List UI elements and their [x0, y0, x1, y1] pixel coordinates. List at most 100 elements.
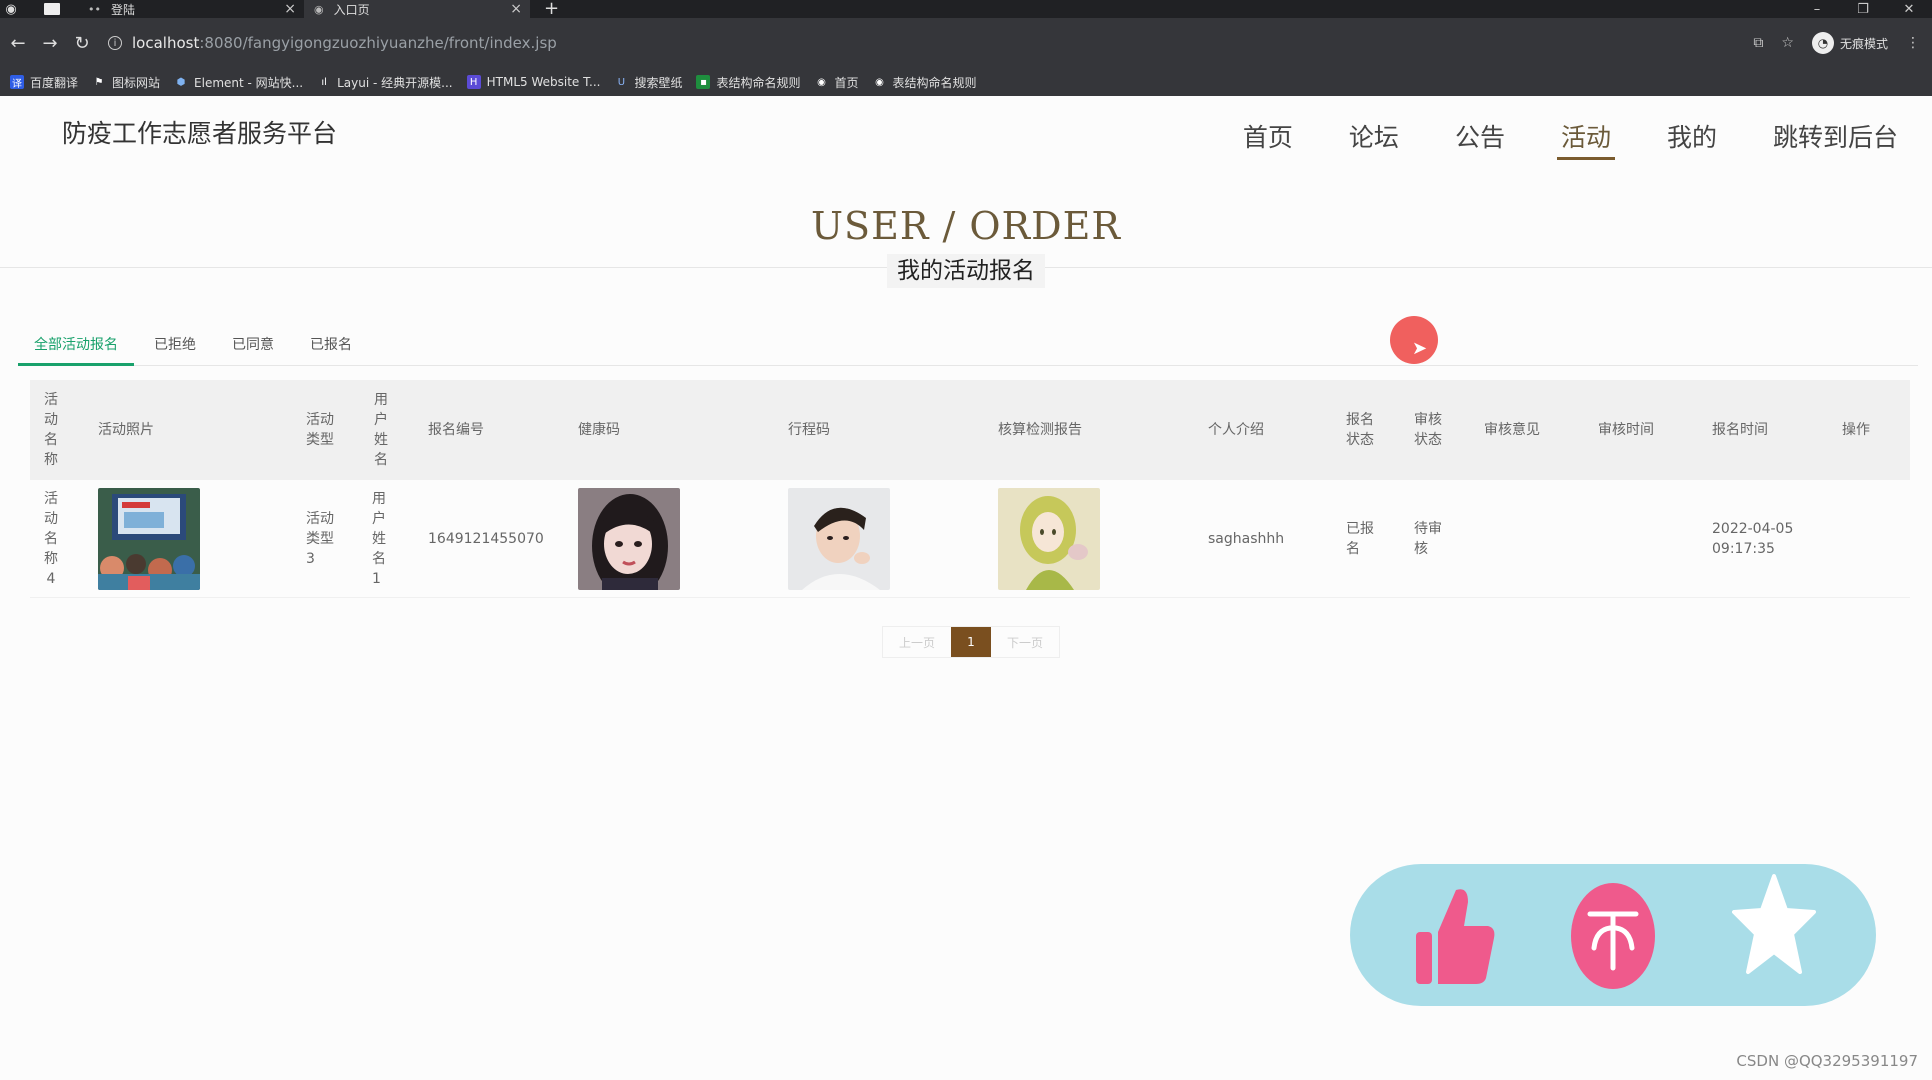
- restore-icon[interactable]: ❐: [1840, 2, 1886, 17]
- bookmark-star-icon[interactable]: ☆: [1781, 35, 1794, 51]
- col-nucleic-report: 核算检测报告: [998, 422, 1082, 438]
- cell-review-status: 待审核: [1414, 520, 1442, 557]
- html5-icon: H: [466, 75, 481, 89]
- col-reg-number: 报名编号: [428, 422, 484, 438]
- bookmark-item[interactable]: ▪ 表结构命名规则: [696, 74, 800, 91]
- col-apply-status: 报名状态: [1346, 412, 1374, 448]
- window-controls: – ❐ ✕: [1794, 2, 1932, 17]
- nucleic-report-image[interactable]: [998, 487, 1100, 590]
- tab-rejected[interactable]: 已拒绝: [138, 324, 212, 366]
- col-user-name: 用户姓名: [374, 392, 388, 468]
- bookmark-item[interactable]: ◉ 表结构命名规则: [873, 74, 976, 91]
- browser-tab-entry[interactable]: ◉ 入口页 ×: [304, 0, 530, 18]
- bookmark-label: Layui - 经典开源模...: [337, 75, 453, 90]
- mouse-cursor-icon: ➤: [1412, 338, 1428, 359]
- bookmark-item[interactable]: ⬢ Element - 网站快...: [174, 74, 303, 91]
- sheet-icon: ▪: [696, 75, 711, 89]
- back-icon[interactable]: ←: [2, 33, 34, 54]
- bookmark-item[interactable]: 译百度翻译: [10, 74, 78, 91]
- wallpaper-icon: U: [617, 76, 626, 88]
- col-intro: 个人介绍: [1208, 422, 1264, 438]
- nav-home[interactable]: 首页: [1225, 120, 1311, 156]
- bookmark-item[interactable]: U 搜索壁纸: [614, 74, 683, 91]
- watermark: CSDN @QQ3295391197: [1736, 1052, 1918, 1070]
- url-field[interactable]: i localhost :8080/fangyigongzuozhiyuanzh…: [108, 34, 557, 52]
- layui-icon: ıl: [321, 76, 327, 88]
- favorite-star-icon[interactable]: [1732, 872, 1816, 976]
- like-coin-favorite-panel: [1350, 864, 1876, 1006]
- translate-icon[interactable]: ⧉: [1753, 35, 1763, 51]
- bookmark-icon: 译: [10, 75, 24, 90]
- tab-approved[interactable]: 已同意: [216, 324, 290, 366]
- bookmark-item[interactable]: ⚑ 图标网站: [92, 74, 161, 91]
- nav-activity[interactable]: 活动: [1543, 120, 1629, 160]
- tab-applied[interactable]: 已报名: [294, 324, 368, 366]
- cell-apply-time: 2022-04-05 09:17:35: [1712, 480, 1793, 597]
- site-info-icon[interactable]: i: [108, 36, 122, 50]
- col-activity-photo: 活动照片: [98, 422, 154, 438]
- next-page-button[interactable]: 下一页: [991, 627, 1059, 657]
- apply-clock: 09:17:35: [1712, 540, 1775, 557]
- url-host: localhost: [132, 34, 200, 52]
- nav-notice[interactable]: 公告: [1437, 120, 1523, 156]
- prev-page-button[interactable]: 上一页: [883, 627, 951, 657]
- forward-icon[interactable]: →: [34, 33, 66, 54]
- tab-all[interactable]: 全部活动报名: [18, 324, 134, 366]
- chrome-icon: ◉: [5, 1, 17, 17]
- col-review-opinion: 审核意见: [1484, 422, 1540, 438]
- cell-trip-code[interactable]: [788, 480, 890, 597]
- page-1-button[interactable]: 1: [951, 627, 991, 657]
- bookmark-item[interactable]: ıl Layui - 经典开源模...: [317, 74, 452, 91]
- minimize-icon[interactable]: –: [1794, 2, 1840, 17]
- table-header: 活动名称 活动照片 活动类型 用户姓名 报名编号 健康码 行程码 核算检测报告 …: [30, 380, 1910, 480]
- status-tabs: 全部活动报名 已拒绝 已同意 已报名: [18, 324, 1918, 366]
- bookmark-label: Element - 网站快...: [194, 75, 304, 90]
- flag-icon: ⚑: [94, 76, 104, 88]
- menu-icon[interactable]: ⋮: [1906, 35, 1920, 51]
- apply-date: 2022-04-05: [1712, 520, 1794, 537]
- coin-icon[interactable]: [1570, 882, 1656, 990]
- tab-label: 登陆: [110, 2, 135, 17]
- activity-photo-image[interactable]: [98, 487, 200, 590]
- cell-activity-photo[interactable]: [98, 480, 200, 597]
- nav-forum[interactable]: 论坛: [1331, 120, 1417, 156]
- reload-icon[interactable]: ↻: [66, 33, 98, 54]
- cell-health-code[interactable]: [578, 480, 680, 597]
- bookmark-item[interactable]: H HTML5 Website T...: [466, 75, 600, 89]
- bookmark-label: 表结构命名规则: [716, 75, 801, 90]
- cell-activity-name: 活动名称4: [44, 490, 58, 587]
- col-activity-type: 活动类型: [306, 412, 334, 448]
- thumbs-up-icon[interactable]: [1412, 882, 1496, 988]
- registration-table: 活动名称 活动照片 活动类型 用户姓名 报名编号 健康码 行程码 核算检测报告 …: [30, 380, 1910, 598]
- browser-tab-login[interactable]: •• 登陆 ×: [78, 0, 304, 18]
- address-bar-actions: ⧉ ☆ ◔ 无痕模式 ⋮: [1753, 32, 1932, 54]
- cell-user-name: 用户姓名1: [372, 490, 386, 587]
- col-review-time: 审核时间: [1598, 422, 1654, 438]
- nav-mine[interactable]: 我的: [1649, 120, 1735, 156]
- tab-close-icon[interactable]: ×: [284, 0, 296, 18]
- health-code-image[interactable]: [578, 487, 680, 590]
- main-nav: 首页 论坛 公告 活动 我的 跳转到后台: [1205, 120, 1916, 160]
- col-operation: 操作: [1842, 422, 1870, 438]
- element-icon: ⬢: [176, 76, 186, 88]
- address-bar: ← → ↻ i localhost :8080/fangyigongzuozhi…: [0, 18, 1932, 68]
- bookmark-label: 搜索壁纸: [634, 75, 683, 90]
- bookmark-label: 百度翻译: [30, 75, 79, 90]
- col-apply-time: 报名时间: [1712, 422, 1768, 438]
- page: 防疫工作志愿者服务平台 首页 论坛 公告 活动 我的 跳转到后台 USER / …: [0, 96, 1932, 1080]
- trip-code-image[interactable]: [788, 487, 890, 590]
- tab-close-icon[interactable]: ×: [510, 0, 522, 18]
- pagination: 上一页 1 下一页: [882, 626, 1060, 658]
- cell-nucleic-report[interactable]: [998, 480, 1100, 597]
- col-trip-code: 行程码: [788, 422, 830, 438]
- close-window-icon[interactable]: ✕: [1886, 2, 1932, 17]
- new-tab-icon[interactable]: +: [544, 0, 559, 18]
- tab-search-icon[interactable]: [44, 3, 60, 15]
- profile-button[interactable]: ◔ 无痕模式: [1811, 32, 1888, 54]
- nav-admin[interactable]: 跳转到后台: [1755, 120, 1916, 156]
- bookmark-label: 图标网站: [112, 75, 161, 90]
- col-health-code: 健康码: [578, 422, 620, 438]
- bookmark-item[interactable]: ◉ 首页: [814, 74, 858, 91]
- bookmark-label: 首页: [834, 75, 859, 90]
- bookmarks-bar: 译百度翻译 ⚑ 图标网站 ⬢ Element - 网站快... ıl Layui - …: [0, 68, 1932, 96]
